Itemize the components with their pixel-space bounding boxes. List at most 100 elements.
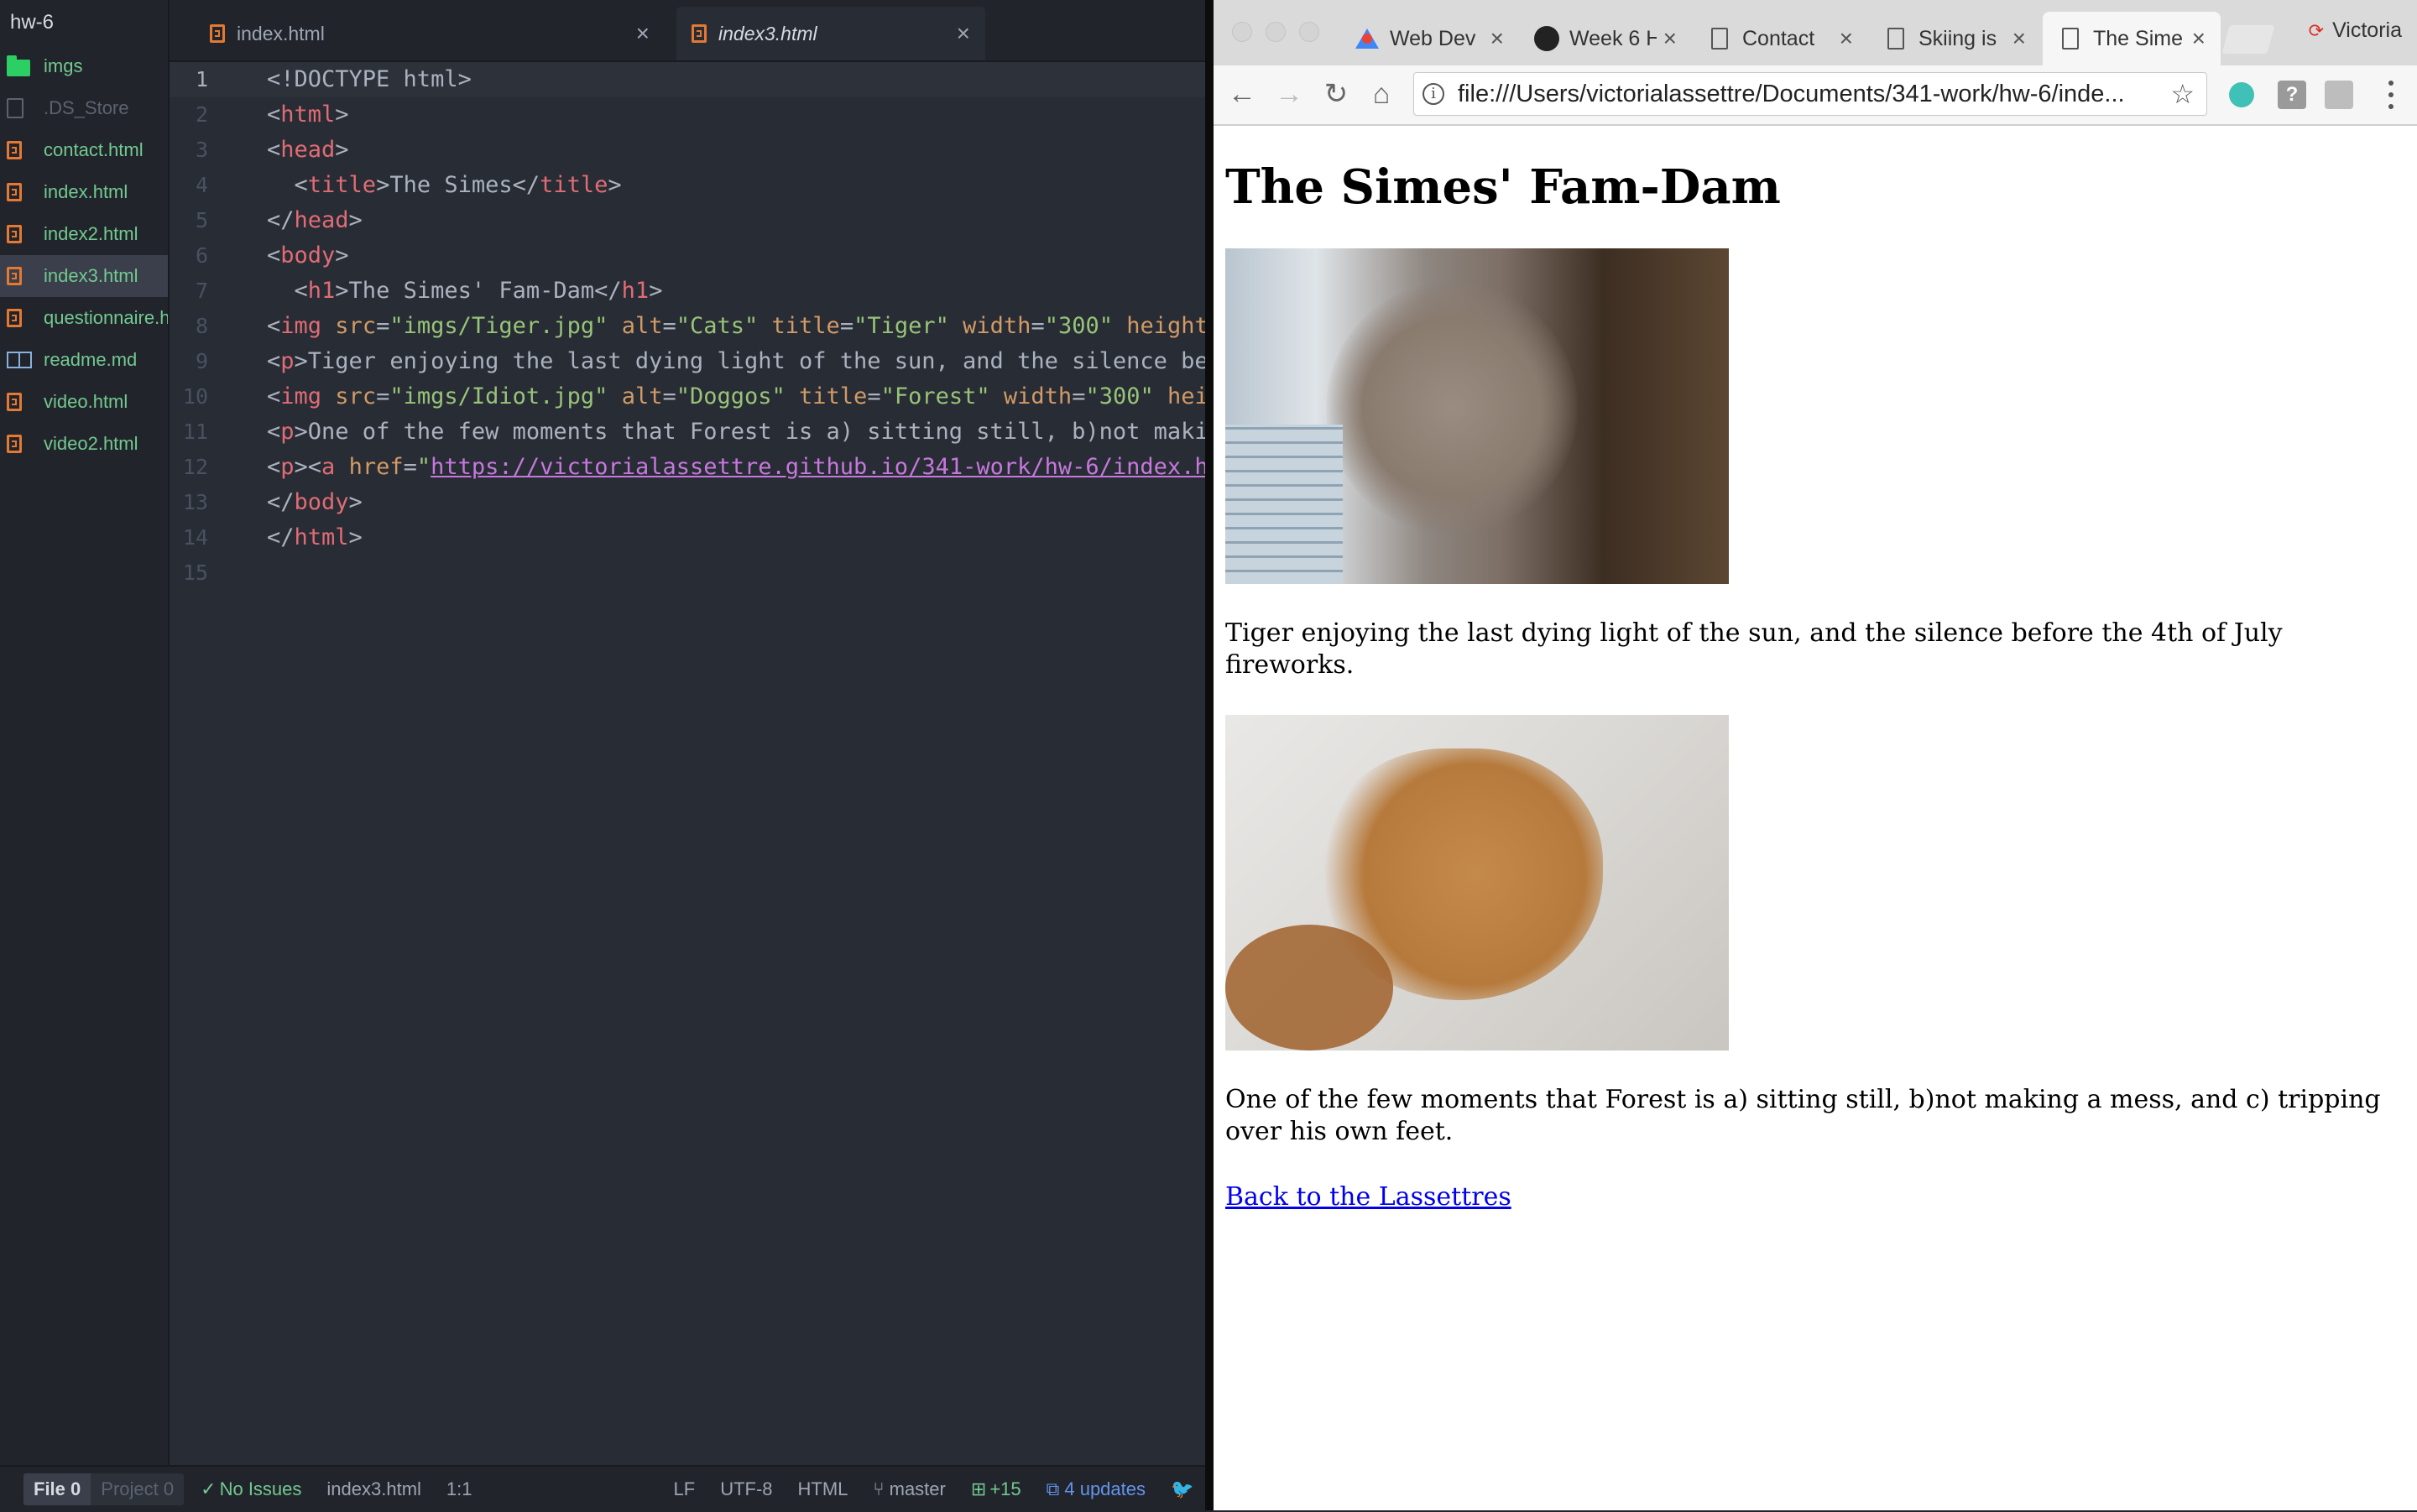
close-icon[interactable]: ×: [2192, 25, 2206, 52]
code-line[interactable]: 15: [170, 555, 1205, 591]
cursor-position[interactable]: 1:1: [446, 1478, 472, 1500]
browser-tab-strip: Web Dev × Week 6 H × Contact × Skiing is…: [1214, 0, 2417, 65]
tree-item-index[interactable]: index.html: [0, 171, 168, 213]
grammar[interactable]: HTML: [798, 1478, 848, 1500]
code-line[interactable]: 5 </head>: [170, 203, 1205, 238]
package-updates[interactable]: 4 updates: [1064, 1478, 1146, 1500]
code-line[interactable]: 3 <head>: [170, 133, 1205, 168]
line-number: 1: [195, 67, 208, 91]
browser-tab-skiing[interactable]: Skiing is ×: [1868, 12, 2041, 65]
code-line[interactable]: 4 <title>The Simes</title>: [170, 168, 1205, 203]
check-icon: ✓: [201, 1478, 217, 1499]
extension-icon-2[interactable]: [2325, 81, 2353, 109]
browser-tab-web-dev[interactable]: Web Dev ×: [1339, 12, 1519, 65]
html5-icon: [7, 267, 32, 285]
project-root[interactable]: hw-6: [0, 0, 168, 45]
code-text: <html>: [267, 102, 349, 128]
back-to-lassettres-link[interactable]: Back to the Lassettres: [1225, 1182, 1511, 1212]
tree-item-label: index2.html: [44, 223, 138, 244]
code-line[interactable]: 9 <p>Tiger enjoying the last dying light …: [170, 344, 1205, 379]
profile-button[interactable]: ⟳ Victoria: [2309, 18, 2402, 43]
code-line[interactable]: 13 </body>: [170, 485, 1205, 520]
browser-tab-the-simes[interactable]: The Sime ×: [2043, 12, 2221, 65]
browser-tab-label: Contact: [1742, 26, 1815, 50]
tree-item-readme[interactable]: readme.md: [0, 339, 168, 381]
encoding[interactable]: UTF-8: [720, 1478, 772, 1500]
info-icon[interactable]: i: [1423, 83, 1444, 105]
close-window-button[interactable]: [1232, 22, 1252, 42]
folder-icon: [7, 55, 32, 76]
git-branch[interactable]: master: [890, 1478, 946, 1500]
tree-item-contact[interactable]: contact.html: [0, 129, 168, 171]
tree-item-label: index.html: [44, 181, 128, 202]
home-button[interactable]: ⌂: [1365, 77, 1398, 111]
close-icon[interactable]: ×: [1840, 25, 1853, 52]
tree-item-video[interactable]: video.html: [0, 381, 168, 423]
line-ending[interactable]: LF: [674, 1478, 696, 1500]
close-icon[interactable]: ×: [957, 20, 970, 47]
tab-label: index3.html: [718, 22, 817, 44]
tree-item-label: index3.html: [44, 265, 138, 286]
tree-item-questionnaire[interactable]: questionnaire.html: [0, 297, 168, 339]
tree-item-video2[interactable]: video2.html: [0, 423, 168, 465]
zoom-window-button[interactable]: [1299, 22, 1319, 42]
browser-tab-contact[interactable]: Contact ×: [1692, 12, 1868, 65]
code-text: <h1>The Simes' Fam-Dam</h1>: [267, 278, 663, 304]
git-added-count[interactable]: +15: [989, 1478, 1021, 1500]
line-number: 13: [182, 490, 208, 514]
line-number: 10: [182, 384, 208, 409]
code-line[interactable]: 1 <!DOCTYPE html>: [170, 62, 1205, 97]
bookmark-star-icon[interactable]: ☆: [2170, 78, 2195, 110]
linter-status[interactable]: No Issues: [220, 1478, 302, 1500]
reload-button[interactable]: ↻: [1319, 77, 1353, 111]
code-text: </head>: [267, 207, 363, 233]
code-text: <!DOCTYPE html>: [267, 66, 472, 92]
tree-item-label: contact.html: [44, 139, 144, 160]
close-icon[interactable]: ×: [636, 20, 650, 47]
code-line[interactable]: 12 <p><a href="https://victorialassettre.…: [170, 450, 1205, 485]
line-number: 11: [182, 420, 208, 444]
status-filename[interactable]: index3.html: [326, 1478, 421, 1500]
html5-icon: [210, 24, 225, 43]
html5-icon: [7, 309, 32, 327]
code-line[interactable]: 14 </html>: [170, 520, 1205, 555]
new-tab-button[interactable]: [2221, 25, 2275, 54]
page-icon: [1707, 26, 1732, 51]
git-added-icon: ⊞: [970, 1478, 987, 1499]
browser-tab-week-6[interactable]: Week 6 H ×: [1519, 12, 1692, 65]
editor-tab-bar: index.html × index3.html ×: [170, 0, 1205, 62]
tab-index-html[interactable]: index.html ×: [195, 7, 665, 60]
profile-icon: ⟳: [2308, 19, 2325, 41]
address-bar[interactable]: i file:///Users/victorialassettre/Docume…: [1413, 72, 2207, 116]
file-issues-tab[interactable]: File 0: [23, 1473, 91, 1505]
code-line[interactable]: 8 <img src="imgs/Tiger.jpg" alt="Cats" ti…: [170, 309, 1205, 344]
tree-item-imgs[interactable]: imgs: [0, 45, 168, 87]
line-number: 5: [195, 208, 208, 232]
close-icon[interactable]: ×: [1663, 25, 1677, 52]
code-text: <title>The Simes</title>: [267, 172, 622, 198]
code-line[interactable]: 6 <body>: [170, 238, 1205, 274]
forward-button[interactable]: →: [1272, 77, 1306, 111]
line-number: 15: [182, 560, 208, 585]
file-issues-label: File: [34, 1478, 65, 1499]
extension-icon[interactable]: [2229, 82, 2254, 107]
browser-menu-icon[interactable]: [2388, 81, 2395, 109]
code-line[interactable]: 10 <img src="imgs/Idiot.jpg" alt="Doggos"…: [170, 379, 1205, 414]
code-line[interactable]: 11 <p>One of the few moments that Forest …: [170, 414, 1205, 450]
back-button[interactable]: ←: [1225, 77, 1259, 111]
bird-icon[interactable]: 🐦: [1171, 1478, 1193, 1500]
close-icon[interactable]: ×: [2012, 25, 2026, 52]
tree-item-index2[interactable]: index2.html: [0, 213, 168, 255]
project-issues-tab[interactable]: Project 0: [91, 1473, 185, 1505]
help-extension-icon[interactable]: ?: [2278, 81, 2306, 109]
link-paragraph: Back to the Lassettres: [1225, 1181, 2409, 1213]
code-area[interactable]: 1 <!DOCTYPE html> 2 <html> 3 <head> 4 <title>T…: [170, 62, 1205, 1463]
tree-item-index3[interactable]: index3.html: [0, 255, 168, 297]
tree-item-ds-store[interactable]: .DS_Store: [0, 87, 168, 129]
tab-index3-html[interactable]: index3.html ×: [676, 7, 985, 60]
close-icon[interactable]: ×: [1490, 25, 1504, 52]
tree-item-label: .DS_Store: [44, 97, 129, 118]
minimize-window-button[interactable]: [1266, 22, 1286, 42]
code-line[interactable]: 7 <h1>The Simes' Fam-Dam</h1>: [170, 274, 1205, 309]
code-line[interactable]: 2 <html>: [170, 97, 1205, 133]
